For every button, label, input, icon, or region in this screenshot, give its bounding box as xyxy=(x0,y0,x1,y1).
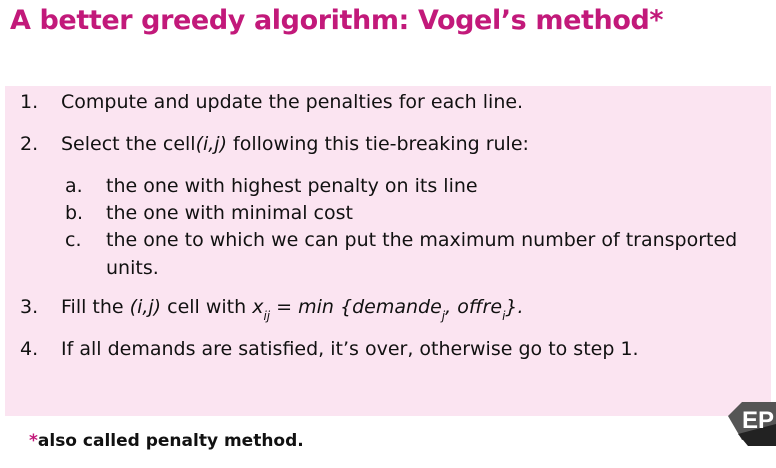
step-number: 4. xyxy=(20,338,39,360)
step-text: Fill the (i,j) cell with xij = min {dema… xyxy=(61,296,524,323)
footnote-text: also called penalty method. xyxy=(37,431,304,451)
substep-letter: c. xyxy=(65,229,82,251)
substep-letter: b. xyxy=(65,202,84,224)
step-text: Select the cell(i,j) following this tie-… xyxy=(61,133,529,155)
cell-index: (i,j) xyxy=(129,296,162,318)
step-number: 1. xyxy=(20,91,39,113)
footnote: *also called penalty method. xyxy=(29,431,304,451)
steps-panel: 1. Compute and update the penalties for … xyxy=(5,86,771,416)
substep-text: the one with highest penalty on its line xyxy=(106,175,478,197)
logo-text: EP xyxy=(742,407,774,434)
step-number: 2. xyxy=(20,133,39,155)
slide-title: A better greedy algorithm: Vogel’s metho… xyxy=(10,5,664,36)
logo-icon: EP xyxy=(728,402,776,446)
footnote-star: * xyxy=(29,431,38,451)
substep-text: the one with minimal cost xyxy=(106,202,353,224)
step-number: 3. xyxy=(20,296,39,318)
formula: xij = min {demandej, offrei}. xyxy=(252,296,524,323)
substep-letter: a. xyxy=(65,175,83,197)
step-text: Compute and update the penalties for eac… xyxy=(61,91,524,113)
step-text: If all demands are satisfied, it’s over,… xyxy=(61,338,639,360)
cell-index: (i,j) xyxy=(195,133,228,155)
substep-text: the one to which we can put the maximum … xyxy=(106,229,738,251)
substep-text: units. xyxy=(106,257,159,279)
